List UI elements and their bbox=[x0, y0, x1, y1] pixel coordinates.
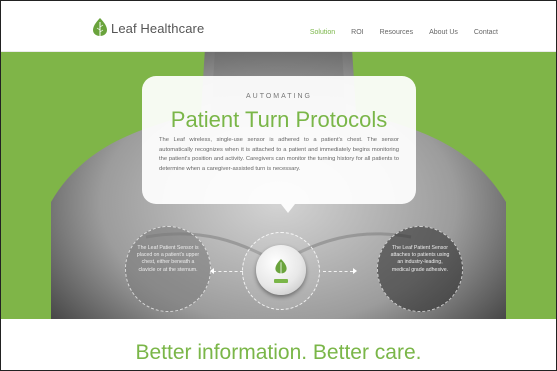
sensor-device-icon bbox=[256, 245, 306, 295]
main-menu: Solution ROI Resources About Us Contact bbox=[310, 29, 498, 36]
nav-item-about-us[interactable]: About Us bbox=[429, 29, 458, 36]
nav-item-contact[interactable]: Contact bbox=[474, 29, 498, 36]
sensor-strip bbox=[274, 279, 288, 283]
hero-description: The Leaf wireless, single-use sensor is … bbox=[159, 137, 399, 172]
logo-text: Leaf Healthcare bbox=[111, 20, 205, 36]
right-arrow-icon bbox=[353, 268, 357, 274]
logo-link[interactable]: Leaf Healthcare bbox=[93, 18, 204, 38]
left-arrow-icon bbox=[210, 268, 214, 274]
top-nav: Leaf Healthcare Solution ROI Resources A… bbox=[1, 1, 556, 52]
card-pointer bbox=[281, 204, 295, 213]
left-connector bbox=[213, 271, 243, 272]
hero-section: The Leaf Patient Sensor is placed on a p… bbox=[1, 52, 556, 319]
nav-item-resources[interactable]: Resources bbox=[380, 29, 413, 36]
hero-card: AUTOMATING Patient Turn Protocols The Le… bbox=[142, 76, 416, 204]
adhesive-callout-text: The Leaf Patient Sensor attaches to pati… bbox=[390, 245, 450, 273]
placement-callout: The Leaf Patient Sensor is placed on a p… bbox=[125, 226, 211, 312]
nav-item-solution[interactable]: Solution bbox=[310, 29, 335, 36]
tagline: Better information. Better care. bbox=[135, 341, 422, 364]
page: Leaf Healthcare Solution ROI Resources A… bbox=[0, 0, 557, 371]
adhesive-callout: The Leaf Patient Sensor attaches to pati… bbox=[377, 226, 463, 312]
leaf-icon bbox=[93, 18, 107, 38]
hero-title: Patient Turn Protocols bbox=[170, 107, 388, 132]
sensor-leaf-icon bbox=[275, 259, 287, 275]
nav-item-roi[interactable]: ROI bbox=[351, 29, 363, 36]
right-connector bbox=[323, 271, 353, 272]
hero-eyebrow: AUTOMATING bbox=[245, 93, 313, 100]
placement-callout-text: The Leaf Patient Sensor is placed on a p… bbox=[136, 245, 200, 273]
